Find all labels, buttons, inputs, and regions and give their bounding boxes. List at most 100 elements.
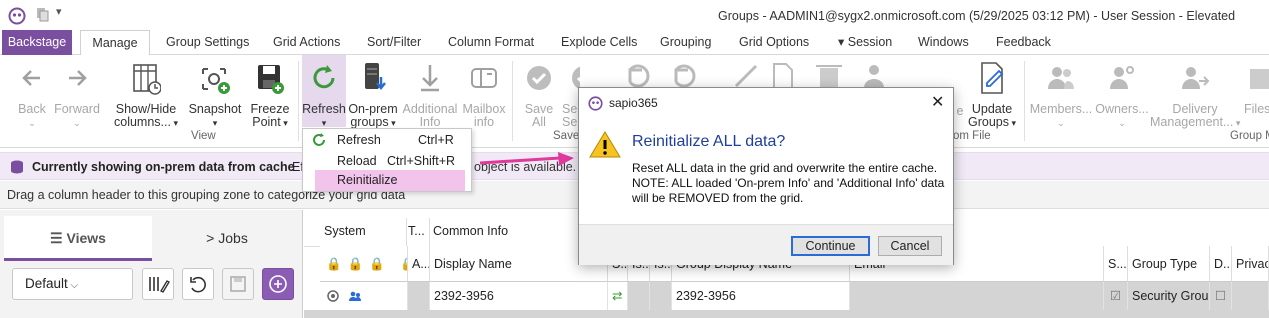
show-hide-columns-button[interactable]: Show/Hide columns... ▾ [112,59,180,130]
quick-access-dropdown-icon[interactable]: ▾ [56,5,62,18]
continue-button[interactable]: Continue [791,236,870,256]
on-prem-groups-button[interactable]: On-prem groups ▾ [348,59,398,130]
tab-backstage[interactable]: Backstage [2,30,72,55]
owners-button[interactable]: Owners... ⌄ [1094,59,1150,130]
tab-grouping[interactable]: Grouping [660,30,711,55]
delivery-label-1: Delivery [1172,102,1218,116]
cell-email [850,282,1104,310]
undo-icon [628,64,696,88]
menu-item-reinitialize[interactable]: Reinitialize [315,170,465,191]
tab-group-settings[interactable]: Group Settings [166,30,249,55]
column-header-s2[interactable]: S... [1104,246,1128,282]
save-all-label-2: All [532,115,546,129]
menu-item-reload[interactable]: Reload Ctrl+Shift+R [303,151,471,171]
ribbon-separator [298,61,299,141]
save-all-label-1: Save [524,102,554,116]
cell-a [408,282,430,310]
freeze-point-button[interactable]: Freeze Point ▾ [248,59,292,130]
column-header-group-type[interactable]: Group Type [1128,246,1210,282]
checkbox-icon: ☐ [1210,282,1232,310]
tab-views[interactable]: ☰ Views [4,216,152,261]
members-label: Members... [1029,102,1093,116]
update-groups-button[interactable]: Update Groups ▾ [964,59,1020,130]
back-button[interactable]: Back ⌄ [12,59,52,130]
tab-manage[interactable]: Manage [80,30,150,56]
window-title: Groups - AADMIN1@sygx2.onmicrosoft.com (… [718,9,1236,23]
tab-feedback[interactable]: Feedback [996,30,1051,55]
side-panel: ☰ Views > Jobs [0,210,303,318]
column-header-d[interactable]: D... [1210,246,1232,282]
view-select[interactable]: Default ⌵ [12,268,133,300]
ribbon-separator [512,61,513,141]
arrow-right-icon [69,70,87,86]
cell-is-2 [650,282,672,310]
close-icon[interactable]: ✕ [931,92,944,112]
files-button[interactable]: Files [1244,59,1269,116]
tab-column-format[interactable]: Column Format [448,30,534,55]
tab-explode-cells[interactable]: Explode Cells [561,30,637,55]
checkbox-checked-icon: ☑ [1104,282,1128,310]
menu-item-reload-label: Reload [337,154,377,168]
menu-item-refresh-label: Refresh [337,133,381,147]
additional-info-button[interactable]: Additional Info [401,59,459,129]
edit-view-button[interactable] [142,268,174,300]
menu-item-refresh[interactable]: Refresh Ctrl+R [303,130,471,150]
column-group-common-info[interactable]: Common Info [433,224,508,238]
tab-grid-actions[interactable]: Grid Actions [273,30,340,55]
lock-columns-header[interactable]: 🔒🔒🔒 🔒 [320,246,408,282]
dialog-instruction: Reinitialize ALL data? [632,133,786,150]
from-file-group-label: om File [953,130,991,142]
mailbox-icon [471,68,497,88]
forward-label: Forward [54,102,100,116]
reset-view-button[interactable] [182,268,214,300]
freeze-label-2: Point [252,115,281,129]
column-header-a[interactable]: A... [408,246,430,282]
mailbox-label-1: Mailbox [462,102,506,116]
column-group-t[interactable]: T... [408,224,425,238]
dialog-title-bar: sapio365 ✕ [579,88,953,118]
tab-sort-filter[interactable]: Sort/Filter [367,30,421,55]
app-logo-icon[interactable] [8,7,26,25]
grid-divider [406,218,407,246]
copy-icon[interactable] [36,7,50,23]
delivery-management-button[interactable]: Delivery Management... ▾ [1150,59,1240,130]
column-group-system[interactable]: System [324,224,366,238]
cell-display-name: 2392-3956 [430,282,608,310]
row-status-cell [320,282,408,310]
group-management-label: Group M [1230,130,1269,142]
list-icon: ☰ [50,230,67,246]
save-view-button[interactable] [222,268,254,300]
refresh-label: Refresh [302,102,346,116]
tab-grid-options[interactable]: Grid Options [739,30,809,55]
dialog-title: sapio365 [609,96,658,110]
save-disk-icon [230,276,246,292]
refresh-button[interactable]: Refresh ▾ [302,55,346,128]
download-icon [421,65,439,92]
members-button[interactable]: Members... ⌄ [1028,59,1094,130]
dialog-line-3: will be REMOVED from the grid. [632,191,804,205]
cache-message: Currently showing on-prem data from cach… [32,160,295,174]
menu-item-reinitialize-label: Reinitialize [337,173,398,187]
tab-jobs[interactable]: > Jobs [154,216,300,261]
update-label-2: Groups [967,115,1009,129]
cell-is-1 [628,282,650,310]
add-view-button[interactable] [262,268,294,300]
chevron-down-icon: ⌵ [67,280,79,291]
snapshot-button[interactable]: Snapshot ▾ [188,59,242,130]
tab-session[interactable]: ▾ Session [838,30,892,55]
tab-windows[interactable]: Windows [918,30,969,55]
cell-privacy [1232,282,1269,310]
reinitialize-dialog: sapio365 ✕ Reinitialize ALL data? Reset … [578,87,954,265]
snapshot-label: Snapshot [188,102,242,116]
chevron-down-icon: ▾ [838,35,848,49]
cell-group-type: Security Grou [1128,282,1210,310]
cancel-button[interactable]: Cancel [878,236,942,256]
forward-button[interactable]: Forward ⌄ [54,59,100,130]
save-all-button[interactable]: Save All [518,59,560,129]
views-label: Views [66,230,106,246]
mailbox-info-button[interactable]: Mailbox info [460,59,508,129]
edit-tools-icon [734,63,884,89]
group-icon [327,290,361,302]
show-hide-label-1: Show/Hide [115,102,177,116]
column-header-privacy[interactable]: Privac [1232,246,1269,282]
